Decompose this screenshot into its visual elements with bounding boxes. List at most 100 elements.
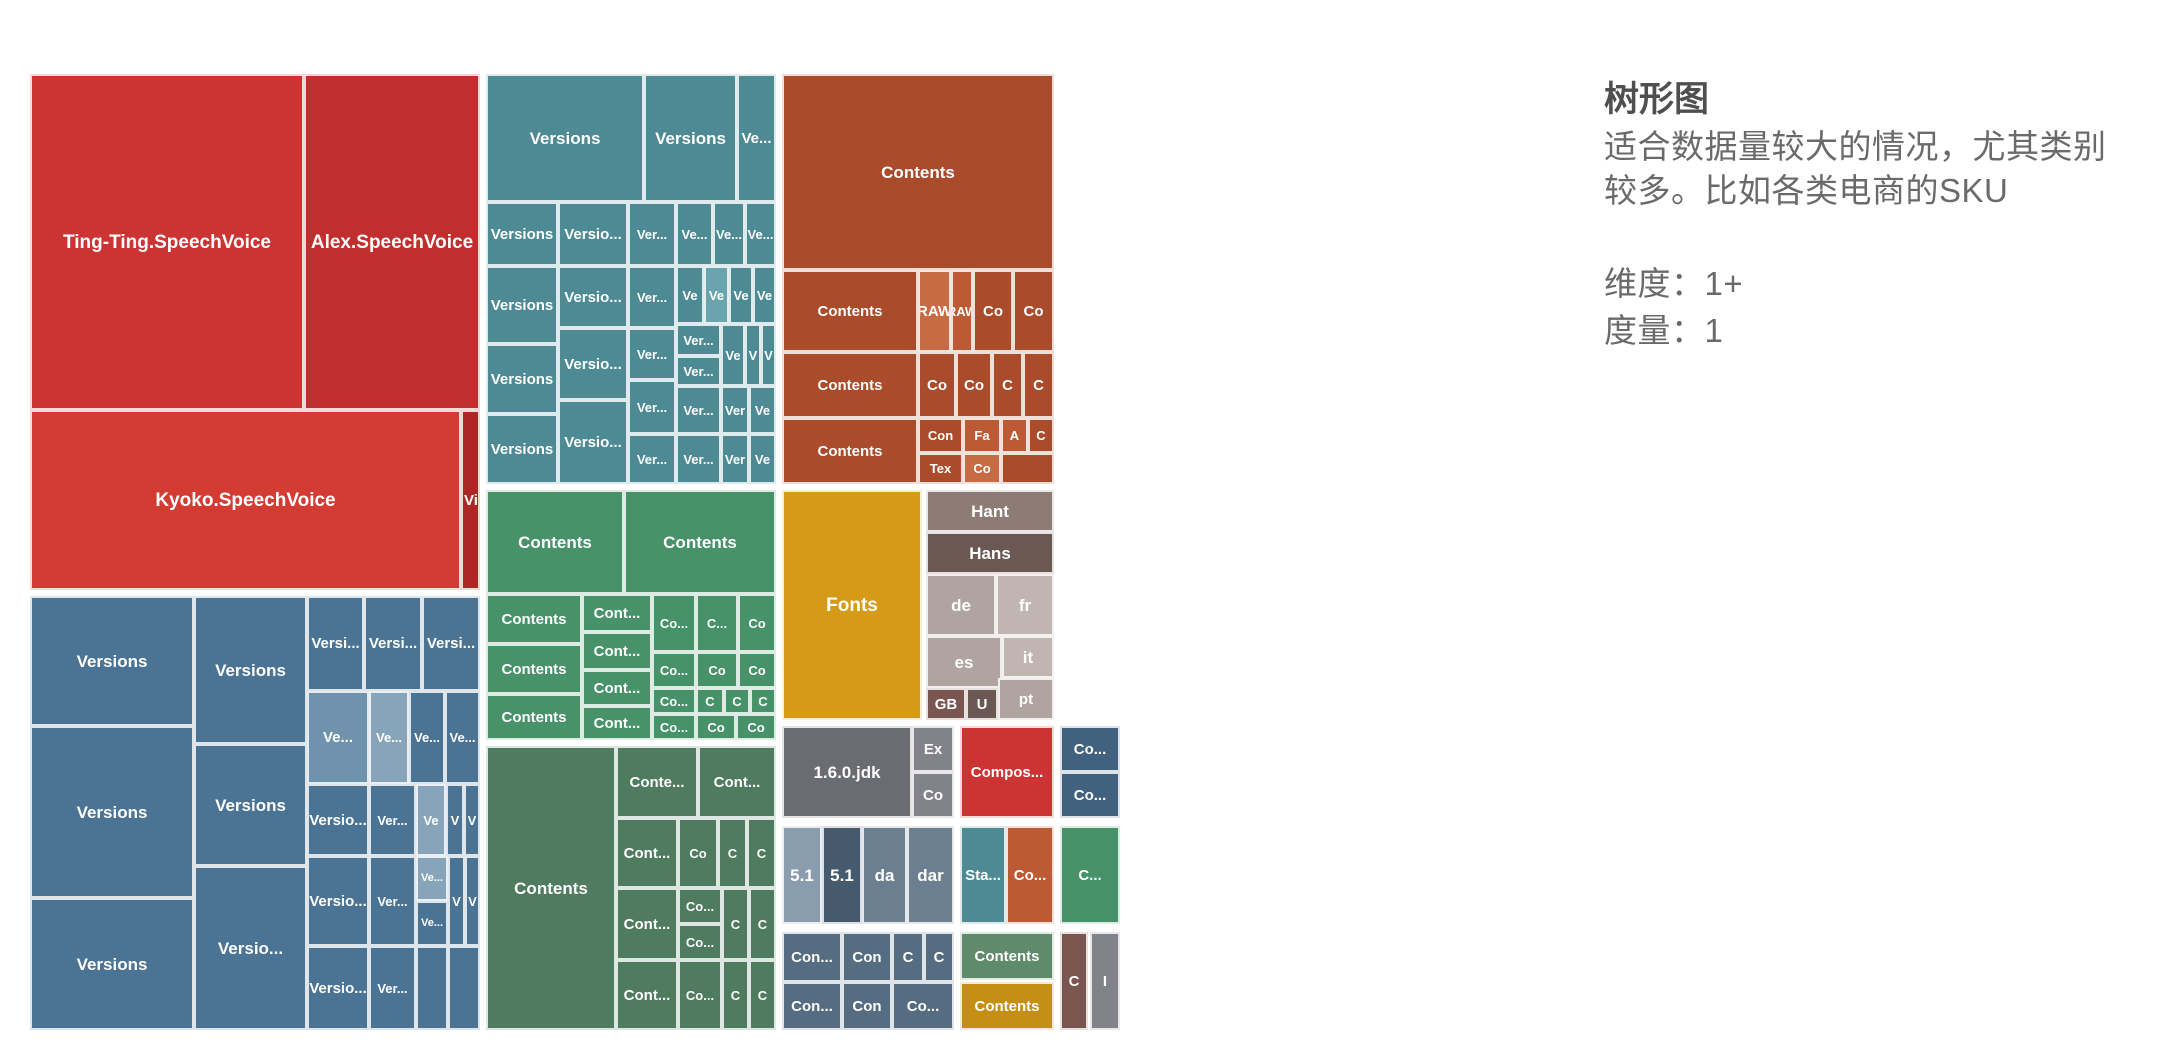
treemap-cell[interactable]: Ver... xyxy=(369,856,416,946)
treemap-cell[interactable]: Co... xyxy=(652,652,696,688)
treemap-cell[interactable]: Ver... xyxy=(676,386,721,434)
treemap-cell[interactable]: Cont... xyxy=(616,888,678,960)
treemap-cell[interactable]: Cont... xyxy=(582,706,652,740)
treemap-cell[interactable]: Ve... xyxy=(745,202,776,266)
treemap-cell[interactable]: 1.6.0.jdk xyxy=(782,726,912,818)
treemap-cell[interactable]: Co... xyxy=(652,688,696,714)
treemap-cell[interactable]: V xyxy=(448,856,465,946)
treemap-cell[interactable]: Co xyxy=(736,714,776,740)
treemap-cell[interactable]: C xyxy=(924,932,954,982)
treemap-cell[interactable]: Kyoko.SpeechVoice xyxy=(30,410,461,590)
treemap-cell[interactable]: Versio... xyxy=(194,866,307,1030)
treemap-cell[interactable]: Ver... xyxy=(676,434,721,484)
treemap-cell[interactable]: Versions xyxy=(644,74,737,202)
treemap-cell[interactable]: Co... xyxy=(652,594,696,652)
treemap-cell[interactable]: Ve xyxy=(729,266,753,324)
treemap-cell[interactable]: C xyxy=(718,818,747,888)
treemap-cell[interactable]: Contents xyxy=(486,644,582,694)
treemap-cell[interactable]: Contents xyxy=(624,490,776,594)
treemap-cell[interactable]: Contents xyxy=(782,352,918,418)
treemap-cell[interactable]: Ve... xyxy=(676,202,713,266)
treemap-cell[interactable]: Versi... xyxy=(422,596,480,691)
treemap-cell[interactable]: C xyxy=(747,818,776,888)
treemap-cell[interactable] xyxy=(1001,453,1054,484)
treemap-cell[interactable]: Ver... xyxy=(676,356,721,386)
treemap-cell[interactable]: Ve... xyxy=(737,74,776,202)
treemap-cell[interactable]: Ve xyxy=(749,386,776,434)
treemap-cell[interactable]: Versi... xyxy=(307,596,364,691)
treemap-cell[interactable]: Ver... xyxy=(628,380,676,434)
treemap-cell[interactable]: Tex xyxy=(918,453,963,484)
treemap-cell[interactable]: Versions xyxy=(194,596,307,744)
treemap-cell[interactable]: I xyxy=(1090,932,1120,1030)
treemap-cell[interactable]: Conte... xyxy=(616,746,698,818)
treemap-cell[interactable]: Co... xyxy=(892,982,954,1030)
treemap-cell[interactable]: Co xyxy=(696,714,736,740)
treemap-cell[interactable]: Versio... xyxy=(307,784,369,856)
treemap-cell[interactable]: Cont... xyxy=(582,594,652,632)
treemap-cell[interactable]: RAW xyxy=(951,270,973,352)
treemap-cell[interactable]: Contents xyxy=(486,490,624,594)
treemap-cell[interactable]: V xyxy=(465,856,480,946)
treemap-cell[interactable]: V xyxy=(464,784,480,856)
treemap-cell[interactable]: Ver... xyxy=(628,266,676,328)
treemap-cell[interactable]: Co... xyxy=(678,888,722,924)
treemap-cell[interactable]: Co... xyxy=(678,924,722,960)
treemap-cell[interactable]: Con xyxy=(918,418,963,453)
treemap-cell[interactable]: Versio... xyxy=(558,328,628,400)
treemap-cell[interactable]: Hant xyxy=(926,490,1054,532)
treemap-cell-fonts[interactable]: Fonts xyxy=(782,490,922,720)
treemap-cell[interactable]: Hans xyxy=(926,532,1054,574)
treemap-cell[interactable]: Contents xyxy=(782,418,918,484)
treemap-cell[interactable]: Compos... xyxy=(960,726,1054,818)
treemap-cell[interactable]: Ver... xyxy=(676,324,721,356)
treemap-cell[interactable]: Co xyxy=(738,594,776,652)
treemap-cell[interactable]: Vic xyxy=(461,410,480,590)
treemap-cell[interactable]: C xyxy=(1028,418,1054,453)
treemap-cell[interactable]: Versions xyxy=(30,596,194,726)
treemap-cell[interactable]: Ver... xyxy=(369,946,416,1030)
treemap-cell[interactable]: Versions xyxy=(486,202,558,266)
treemap-cell[interactable]: Versions xyxy=(194,744,307,866)
treemap-cell[interactable]: Ve... xyxy=(445,691,480,784)
treemap-cell[interactable]: Cont... xyxy=(616,818,678,888)
treemap-cell[interactable]: da xyxy=(862,826,907,924)
treemap-cell[interactable]: Versions xyxy=(486,74,644,202)
treemap-cell[interactable]: V xyxy=(446,784,464,856)
treemap-cell[interactable]: Co xyxy=(963,453,1001,484)
treemap-cell[interactable]: Versio... xyxy=(558,202,628,266)
treemap-cell[interactable]: es xyxy=(926,636,1002,688)
treemap-cell[interactable] xyxy=(416,946,448,1030)
treemap-cell[interactable]: Co... xyxy=(678,960,722,1030)
treemap-cell[interactable]: Versio... xyxy=(558,400,628,484)
treemap-cell[interactable]: U xyxy=(966,688,998,720)
treemap-cell[interactable]: Versions xyxy=(30,898,194,1030)
treemap-cell[interactable]: Ve... xyxy=(369,691,409,784)
treemap-cell[interactable]: Co xyxy=(918,352,956,418)
treemap-cell[interactable]: C xyxy=(722,888,749,960)
treemap-cell[interactable]: Co xyxy=(1013,270,1054,352)
treemap-cell[interactable]: Contents xyxy=(782,270,918,352)
treemap-cell[interactable]: Ting-Ting.SpeechVoice xyxy=(30,74,304,410)
treemap-cell[interactable]: C xyxy=(722,960,749,1030)
treemap-cell[interactable]: Cont... xyxy=(582,670,652,706)
treemap-cell[interactable]: Ver... xyxy=(369,784,416,856)
treemap-cell[interactable]: Ex xyxy=(912,726,954,772)
treemap-cell[interactable]: it xyxy=(1002,636,1054,678)
treemap-cell[interactable]: Versio... xyxy=(307,856,369,946)
treemap-cell[interactable]: Versions xyxy=(30,726,194,898)
treemap-cell[interactable]: Alex.SpeechVoice xyxy=(304,74,480,410)
treemap-cell[interactable]: C xyxy=(696,688,724,714)
treemap-cell[interactable]: Cont... xyxy=(582,632,652,670)
treemap-cell[interactable]: dar xyxy=(907,826,954,924)
treemap-cell[interactable]: C xyxy=(1023,352,1054,418)
treemap-cell[interactable]: Co xyxy=(738,652,776,688)
treemap-cell[interactable]: Versio... xyxy=(307,946,369,1030)
treemap-cell[interactable]: Co xyxy=(912,772,954,818)
treemap-cell[interactable]: Ve... xyxy=(416,901,448,946)
treemap-cell[interactable]: Contents xyxy=(486,746,616,1030)
treemap-cell[interactable]: Con xyxy=(842,932,892,982)
treemap-cell[interactable]: C xyxy=(892,932,924,982)
treemap-cell[interactable]: Ve xyxy=(749,434,776,484)
treemap-cell[interactable]: pt xyxy=(998,678,1054,720)
